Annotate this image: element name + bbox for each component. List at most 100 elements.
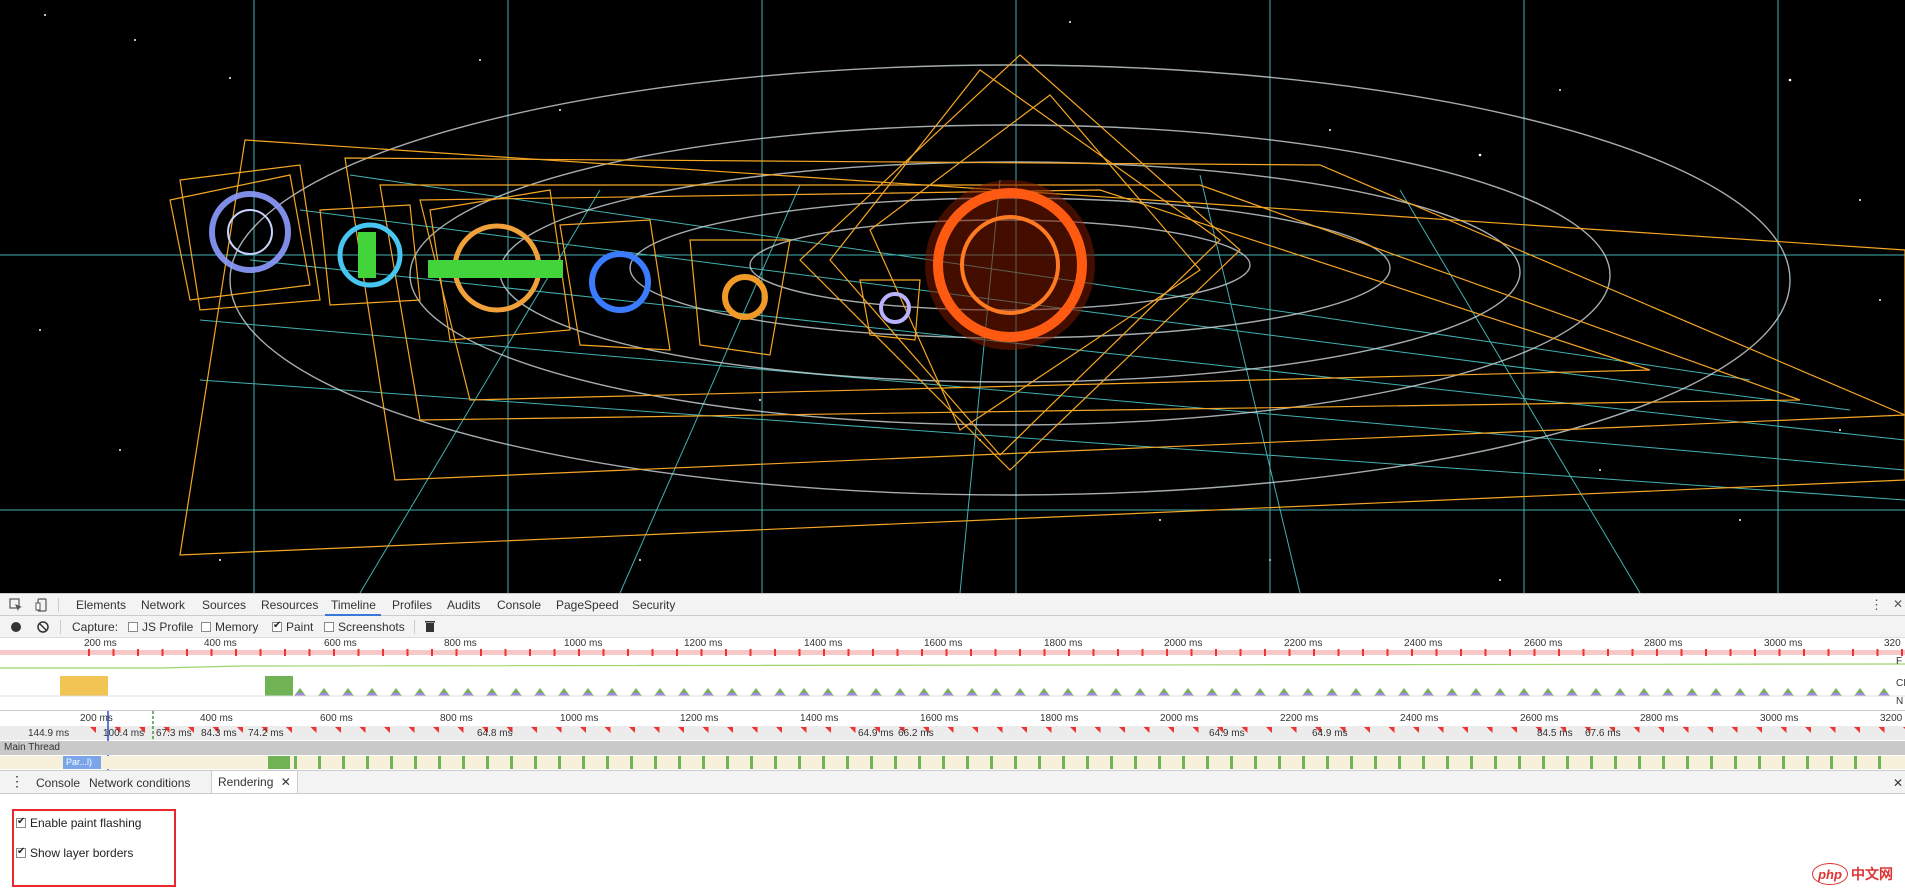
memory-checkbox[interactable]: Memory	[201, 620, 258, 634]
main-thread-event	[462, 756, 465, 769]
main-thread-event	[1686, 756, 1689, 769]
main-thread-event	[1302, 756, 1305, 769]
tab-pagespeed[interactable]: PageSpeed	[556, 598, 619, 612]
main-thread-event	[534, 756, 537, 769]
main-thread-event	[774, 756, 777, 769]
tab-sources[interactable]: Sources	[202, 598, 246, 612]
capture-label: Capture:	[72, 620, 119, 634]
paint-flashing-check-icon[interactable]	[16, 816, 26, 828]
page-viewport[interactable]	[0, 0, 1905, 593]
memory-label: Memory	[215, 620, 259, 634]
planets	[209, 180, 1095, 350]
close-rendering-tab-icon[interactable]: ✕	[281, 775, 291, 789]
screenshots-checkbox[interactable]: Screenshots	[324, 620, 405, 634]
detail-ruler-tick: 3200	[1880, 713, 1903, 724]
tab-audits[interactable]: Audits	[447, 598, 480, 612]
frame-marker	[1631, 649, 1634, 656]
toolbar-separator	[58, 598, 59, 612]
drawer-menu-icon[interactable]: ⋮	[10, 773, 24, 790]
clear-icon[interactable]	[37, 621, 49, 633]
paint-flashing-label: Enable paint flashing	[30, 816, 142, 830]
close-devtools-icon[interactable]: ✕	[1893, 597, 1903, 611]
frame-marker	[1117, 649, 1119, 656]
timeline-overview[interactable]: 200 ms 400 ms 600 ms 800 ms 1000 ms 1200 ms 14…	[0, 638, 1905, 710]
main-thread-event	[1638, 756, 1641, 769]
inspect-element-icon[interactable]	[9, 598, 23, 612]
show-layer-borders-option[interactable]: Show layer borders	[16, 846, 133, 860]
close-drawer-icon[interactable]: ✕	[1893, 776, 1903, 790]
frame-marker	[1264, 649, 1266, 656]
frame-marker	[602, 649, 605, 656]
frame-marker	[382, 649, 384, 656]
timeline-details[interactable]: 200 ms 400 ms 600 ms 800 ms 1000 ms 1200 ms 14…	[0, 710, 1905, 771]
frame-marker	[1435, 649, 1438, 656]
main-thread-event	[1782, 756, 1785, 769]
trash-icon[interactable]	[424, 620, 436, 633]
more-options-icon[interactable]: ⋮	[1870, 597, 1883, 613]
js-profile-checkbox[interactable]: JS Profile	[128, 620, 193, 634]
frame-marker	[798, 649, 801, 656]
drawer-tab-rendering[interactable]: Rendering ✕	[211, 771, 298, 793]
record-icon[interactable]	[10, 621, 22, 633]
tab-console[interactable]: Console	[497, 598, 541, 612]
drawer-tab-network-conditions[interactable]: Network conditions	[89, 776, 190, 790]
tab-timeline[interactable]: Timeline	[331, 598, 376, 612]
frame-marker	[1239, 649, 1242, 656]
frame-duration-label: 100.4 ms	[103, 728, 145, 739]
screenshots-check-icon[interactable]	[324, 622, 334, 632]
main-thread-event	[294, 756, 297, 769]
frame-marker	[1092, 649, 1095, 656]
tab-resources[interactable]: Resources	[261, 598, 318, 612]
frame-marker	[627, 649, 629, 656]
tab-profiles[interactable]: Profiles	[392, 598, 432, 612]
enable-paint-flashing-option[interactable]: Enable paint flashing	[16, 816, 141, 830]
frame-marker	[676, 649, 678, 656]
frame-marker	[1043, 649, 1046, 656]
main-thread-event	[750, 756, 753, 769]
frame-marker	[651, 649, 654, 656]
layer-borders-label: Show layer borders	[30, 846, 134, 860]
frame-marker	[1607, 649, 1609, 656]
main-thread-event	[1446, 756, 1449, 769]
paint-check-icon[interactable]	[272, 620, 282, 632]
frame-marker	[1362, 649, 1364, 656]
overview-graph	[0, 649, 1905, 697]
frame-marker	[480, 649, 482, 656]
main-thread-task[interactable]: Par...l)	[63, 756, 101, 769]
js-profile-check-icon[interactable]	[128, 622, 138, 632]
drawer-tabbar: ⋮ Console Network conditions Rendering ✕…	[0, 770, 1905, 794]
main-thread-event	[1614, 756, 1617, 769]
frame-marker	[1190, 649, 1193, 656]
main-thread-event	[486, 756, 489, 769]
memory-check-icon[interactable]	[201, 622, 211, 632]
tab-security[interactable]: Security	[632, 598, 675, 612]
main-thread-event	[268, 756, 290, 769]
frame-marker	[235, 649, 237, 656]
paint-label: Paint	[286, 620, 314, 634]
devtools-panel: Elements Network Sources Resources Timel…	[0, 593, 1905, 893]
frame-marker	[1068, 649, 1070, 656]
main-thread-event	[1134, 756, 1137, 769]
frame-marker	[578, 649, 580, 656]
frame-duration-label: 144.9 ms	[28, 728, 70, 739]
main-thread-header[interactable]: Main Thread	[0, 741, 1905, 755]
detail-ruler-tick: 1000 ms	[560, 713, 599, 724]
overview-side-label-cpu: CI	[1896, 678, 1905, 689]
main-thread-event	[870, 756, 873, 769]
main-thread-event	[678, 756, 681, 769]
paint-checkbox[interactable]: Paint	[272, 620, 313, 634]
tab-network[interactable]: Network	[141, 598, 185, 612]
frame-duration-label: 64.9 ms	[1209, 728, 1245, 739]
frame-marker	[725, 649, 727, 656]
detail-ruler-tick: 2000 ms	[1160, 713, 1199, 724]
layer-borders-check-icon[interactable]	[16, 846, 26, 858]
main-thread-event	[654, 756, 657, 769]
overview-side-label-net: N	[1896, 696, 1904, 707]
drawer-tab-console[interactable]: Console	[36, 776, 80, 790]
tab-elements[interactable]: Elements	[76, 598, 126, 612]
main-thread-event	[366, 756, 369, 769]
frame-marker	[1680, 649, 1683, 656]
device-mode-icon[interactable]	[35, 598, 49, 612]
main-thread-event	[1230, 756, 1233, 769]
detail-ruler-tick: 400 ms	[200, 713, 233, 724]
